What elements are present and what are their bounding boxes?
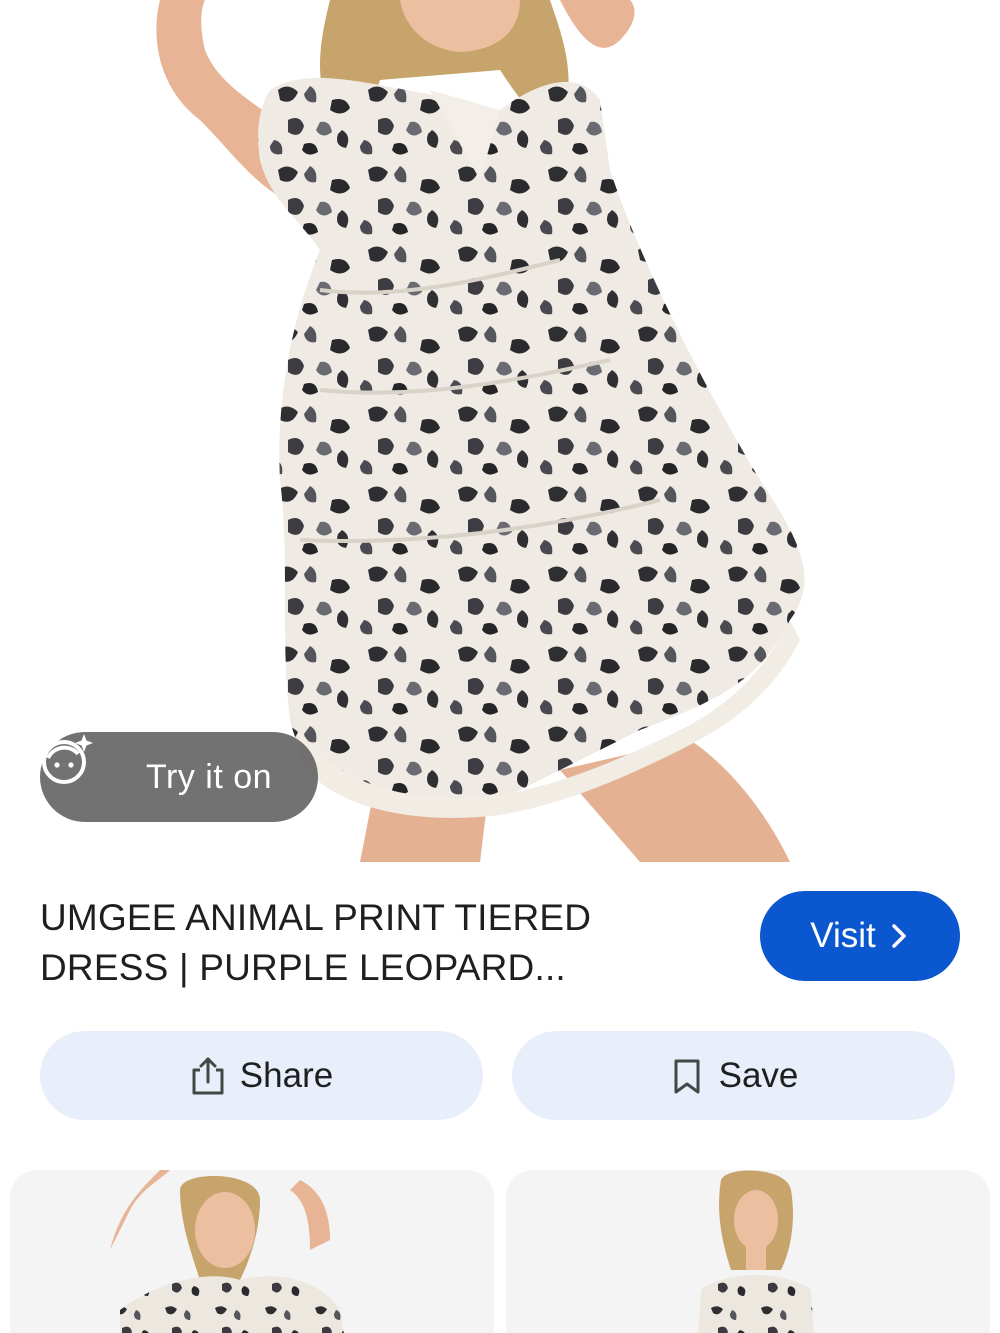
try-it-on-button[interactable]: Try it on — [40, 732, 318, 822]
product-title-line-2: DRESS | PURPLE LEOPARD... — [40, 947, 566, 988]
share-icon — [190, 1056, 226, 1096]
visit-button[interactable]: Visit — [760, 891, 960, 981]
share-label: Share — [239, 1055, 334, 1095]
related-result-image — [506, 1170, 990, 1333]
product-title[interactable]: UMGEE ANIMAL PRINT TIERED DRESS | PURPLE… — [40, 893, 680, 993]
save-button[interactable]: Save — [512, 1031, 955, 1120]
product-image[interactable]: Try it on — [0, 0, 1000, 862]
bookmark-icon — [669, 1056, 705, 1096]
product-title-line-1: UMGEE ANIMAL PRINT TIERED — [40, 897, 592, 938]
visit-label: Visit — [810, 916, 876, 955]
face-sparkle-icon — [42, 734, 134, 804]
related-result-card[interactable] — [10, 1170, 494, 1333]
related-result-card[interactable] — [506, 1170, 990, 1333]
save-label: Save — [718, 1055, 799, 1095]
product-detail-page: Try it on UMGEE ANIMAL PRINT TIERED DRES… — [0, 0, 1000, 1333]
share-button[interactable]: Share — [40, 1031, 483, 1120]
chevron-right-icon — [888, 922, 910, 950]
try-it-on-label: Try it on — [146, 757, 273, 796]
related-result-image — [10, 1170, 494, 1333]
